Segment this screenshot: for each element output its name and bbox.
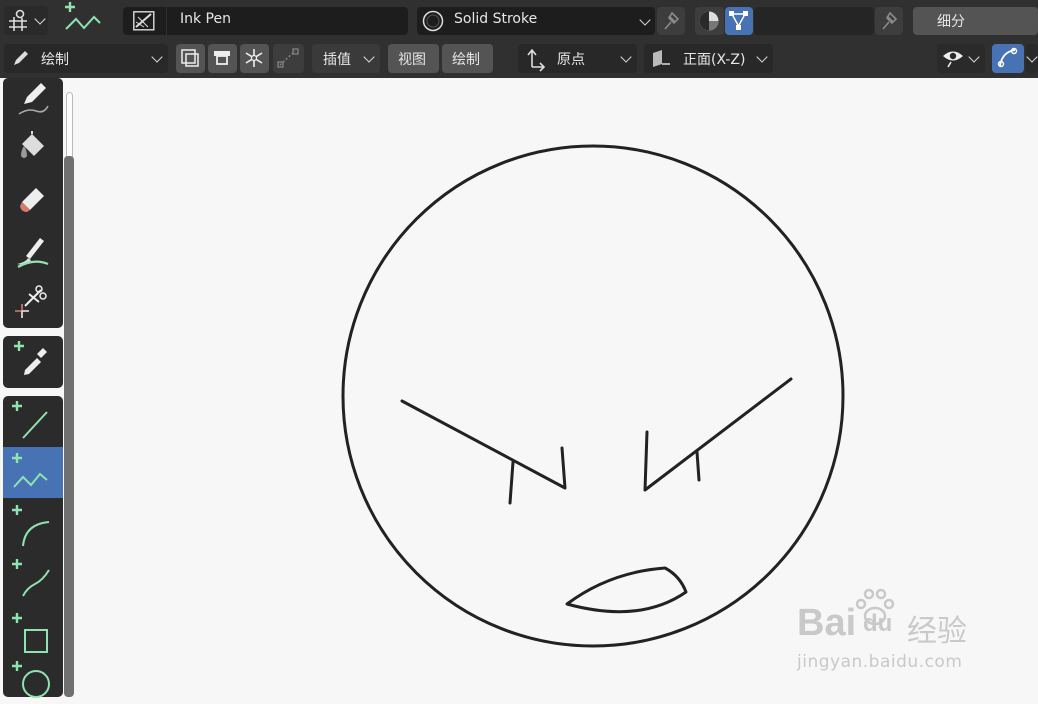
watermark-url: jingyan.baidu.com	[797, 652, 963, 672]
polyline-icon	[12, 453, 48, 488]
eyedropper-icon	[14, 341, 47, 375]
vertex-color-button[interactable]	[725, 7, 753, 35]
chevron-down-icon	[1026, 51, 1038, 63]
chevron-down-icon	[639, 14, 651, 26]
bucket-icon	[21, 131, 44, 158]
interpolate-menu[interactable]: 插值	[312, 44, 380, 73]
material-ball-icon	[422, 10, 444, 32]
edit-lines-icon	[997, 47, 1018, 68]
watermark-brand-suffix: du	[863, 610, 893, 637]
arc-icon	[12, 505, 50, 547]
plane-icon	[653, 50, 670, 67]
curve-edit-button[interactable]	[273, 44, 304, 73]
subdivide-button[interactable]: 细分	[913, 7, 1038, 35]
watermark-brand: Bai	[797, 602, 857, 644]
tool-curve[interactable]	[3, 554, 63, 606]
tool-cutter[interactable]	[3, 278, 63, 328]
tool-shelf-scrollbar-thumb[interactable]	[64, 156, 74, 697]
left-eyebrow-stroke	[400, 399, 567, 490]
eye-icon	[943, 51, 963, 68]
face-outline-stroke	[341, 144, 845, 648]
origin-selector[interactable]: 原点	[518, 44, 637, 73]
pin-layer-button[interactable]	[875, 7, 903, 35]
subdivide-label: 细分	[937, 14, 965, 30]
layers-icon	[181, 49, 199, 67]
tint-icon	[17, 238, 49, 268]
paint-tools-group	[3, 78, 63, 328]
origin-icon	[527, 48, 546, 72]
header-bar: Ink Pen Solid Stroke 细分	[0, 0, 1038, 40]
eyedropper-group	[3, 336, 63, 388]
polyline-tool-icon	[65, 2, 101, 30]
mode-label: 绘制	[41, 52, 69, 68]
pin-material-button[interactable]	[657, 7, 685, 35]
multiframe-button[interactable]	[176, 44, 205, 73]
brush-selector[interactable]: Ink Pen	[123, 7, 408, 35]
tool-arc[interactable]	[3, 500, 63, 552]
tool-fill[interactable]	[3, 122, 63, 172]
material-mode-button[interactable]	[695, 7, 724, 35]
editor-type-button[interactable]	[4, 6, 48, 35]
right-eyebrow-stroke	[643, 377, 793, 492]
chevron-down-icon	[363, 51, 375, 63]
tool-draw[interactable]	[3, 78, 63, 120]
draw-menu[interactable]: 绘制	[442, 44, 493, 73]
chevron-down-icon	[151, 51, 163, 63]
cutter-icon	[15, 285, 47, 318]
edit-lines-dropdown[interactable]	[1026, 44, 1038, 73]
origin-label: 原点	[557, 52, 585, 68]
view-label: 视图	[398, 52, 426, 68]
autolock-button[interactable]	[208, 44, 237, 73]
tool-settings-bar: 绘制 插值 视图 绘制 原点 正面(X-Z)	[0, 40, 1038, 78]
watermark-site: 经验	[907, 614, 967, 649]
tool-box[interactable]	[3, 608, 63, 658]
brush-icon	[133, 11, 155, 31]
watermark: Bai du 经验 jingyan.baidu.com	[795, 588, 995, 675]
plane-selector[interactable]: 正面(X-Z)	[644, 44, 773, 73]
drawn-strokes	[341, 144, 845, 648]
circle-icon	[12, 661, 50, 698]
tool-eyedropper[interactable]	[3, 336, 63, 388]
chevron-down-icon	[34, 13, 46, 25]
tool-erase[interactable]	[3, 174, 63, 224]
brush-name: Ink Pen	[180, 11, 231, 27]
tool-polyline[interactable]	[3, 447, 63, 498]
draw-label: 绘制	[452, 52, 480, 68]
view-menu[interactable]: 视图	[388, 44, 439, 73]
box-icon	[12, 613, 48, 653]
grease-pencil-mode-icon	[9, 9, 27, 31]
brush-name-divider	[166, 7, 167, 35]
pin-icon	[664, 11, 680, 30]
plane-label: 正面(X-Z)	[683, 52, 746, 68]
chevron-down-icon	[620, 51, 632, 63]
pencil-icon	[14, 51, 28, 65]
tool-circle[interactable]	[3, 660, 63, 698]
material-selector[interactable]: Solid Stroke	[417, 7, 655, 35]
mouth-stroke	[565, 566, 688, 614]
material-name: Solid Stroke	[454, 11, 538, 27]
tool-tint[interactable]	[3, 226, 63, 276]
primitive-tools-group	[3, 396, 63, 698]
shading-icon	[699, 11, 719, 31]
vertex-icon	[729, 11, 748, 30]
right-eye-stroke	[695, 450, 701, 482]
bone-lock-icon	[214, 51, 230, 65]
edit-lines-button[interactable]	[992, 44, 1024, 73]
line-icon	[12, 401, 48, 439]
snowflake-icon	[245, 49, 263, 67]
curve-edit-icon	[277, 48, 299, 68]
tool-line[interactable]	[3, 396, 63, 446]
mode-selector[interactable]: 绘制	[4, 44, 168, 73]
pin-icon	[882, 11, 898, 30]
eraser-icon	[20, 188, 44, 212]
pencil-icon	[18, 83, 49, 115]
left-eye-stroke	[508, 460, 515, 505]
chevron-down-icon	[756, 51, 768, 63]
vertex-color-field[interactable]	[754, 7, 874, 35]
overlay-visibility-button[interactable]	[937, 44, 985, 73]
freeze-button[interactable]	[240, 44, 269, 73]
interp-label: 插值	[323, 52, 351, 68]
chevron-down-icon	[968, 51, 980, 63]
curve-icon	[12, 559, 50, 597]
